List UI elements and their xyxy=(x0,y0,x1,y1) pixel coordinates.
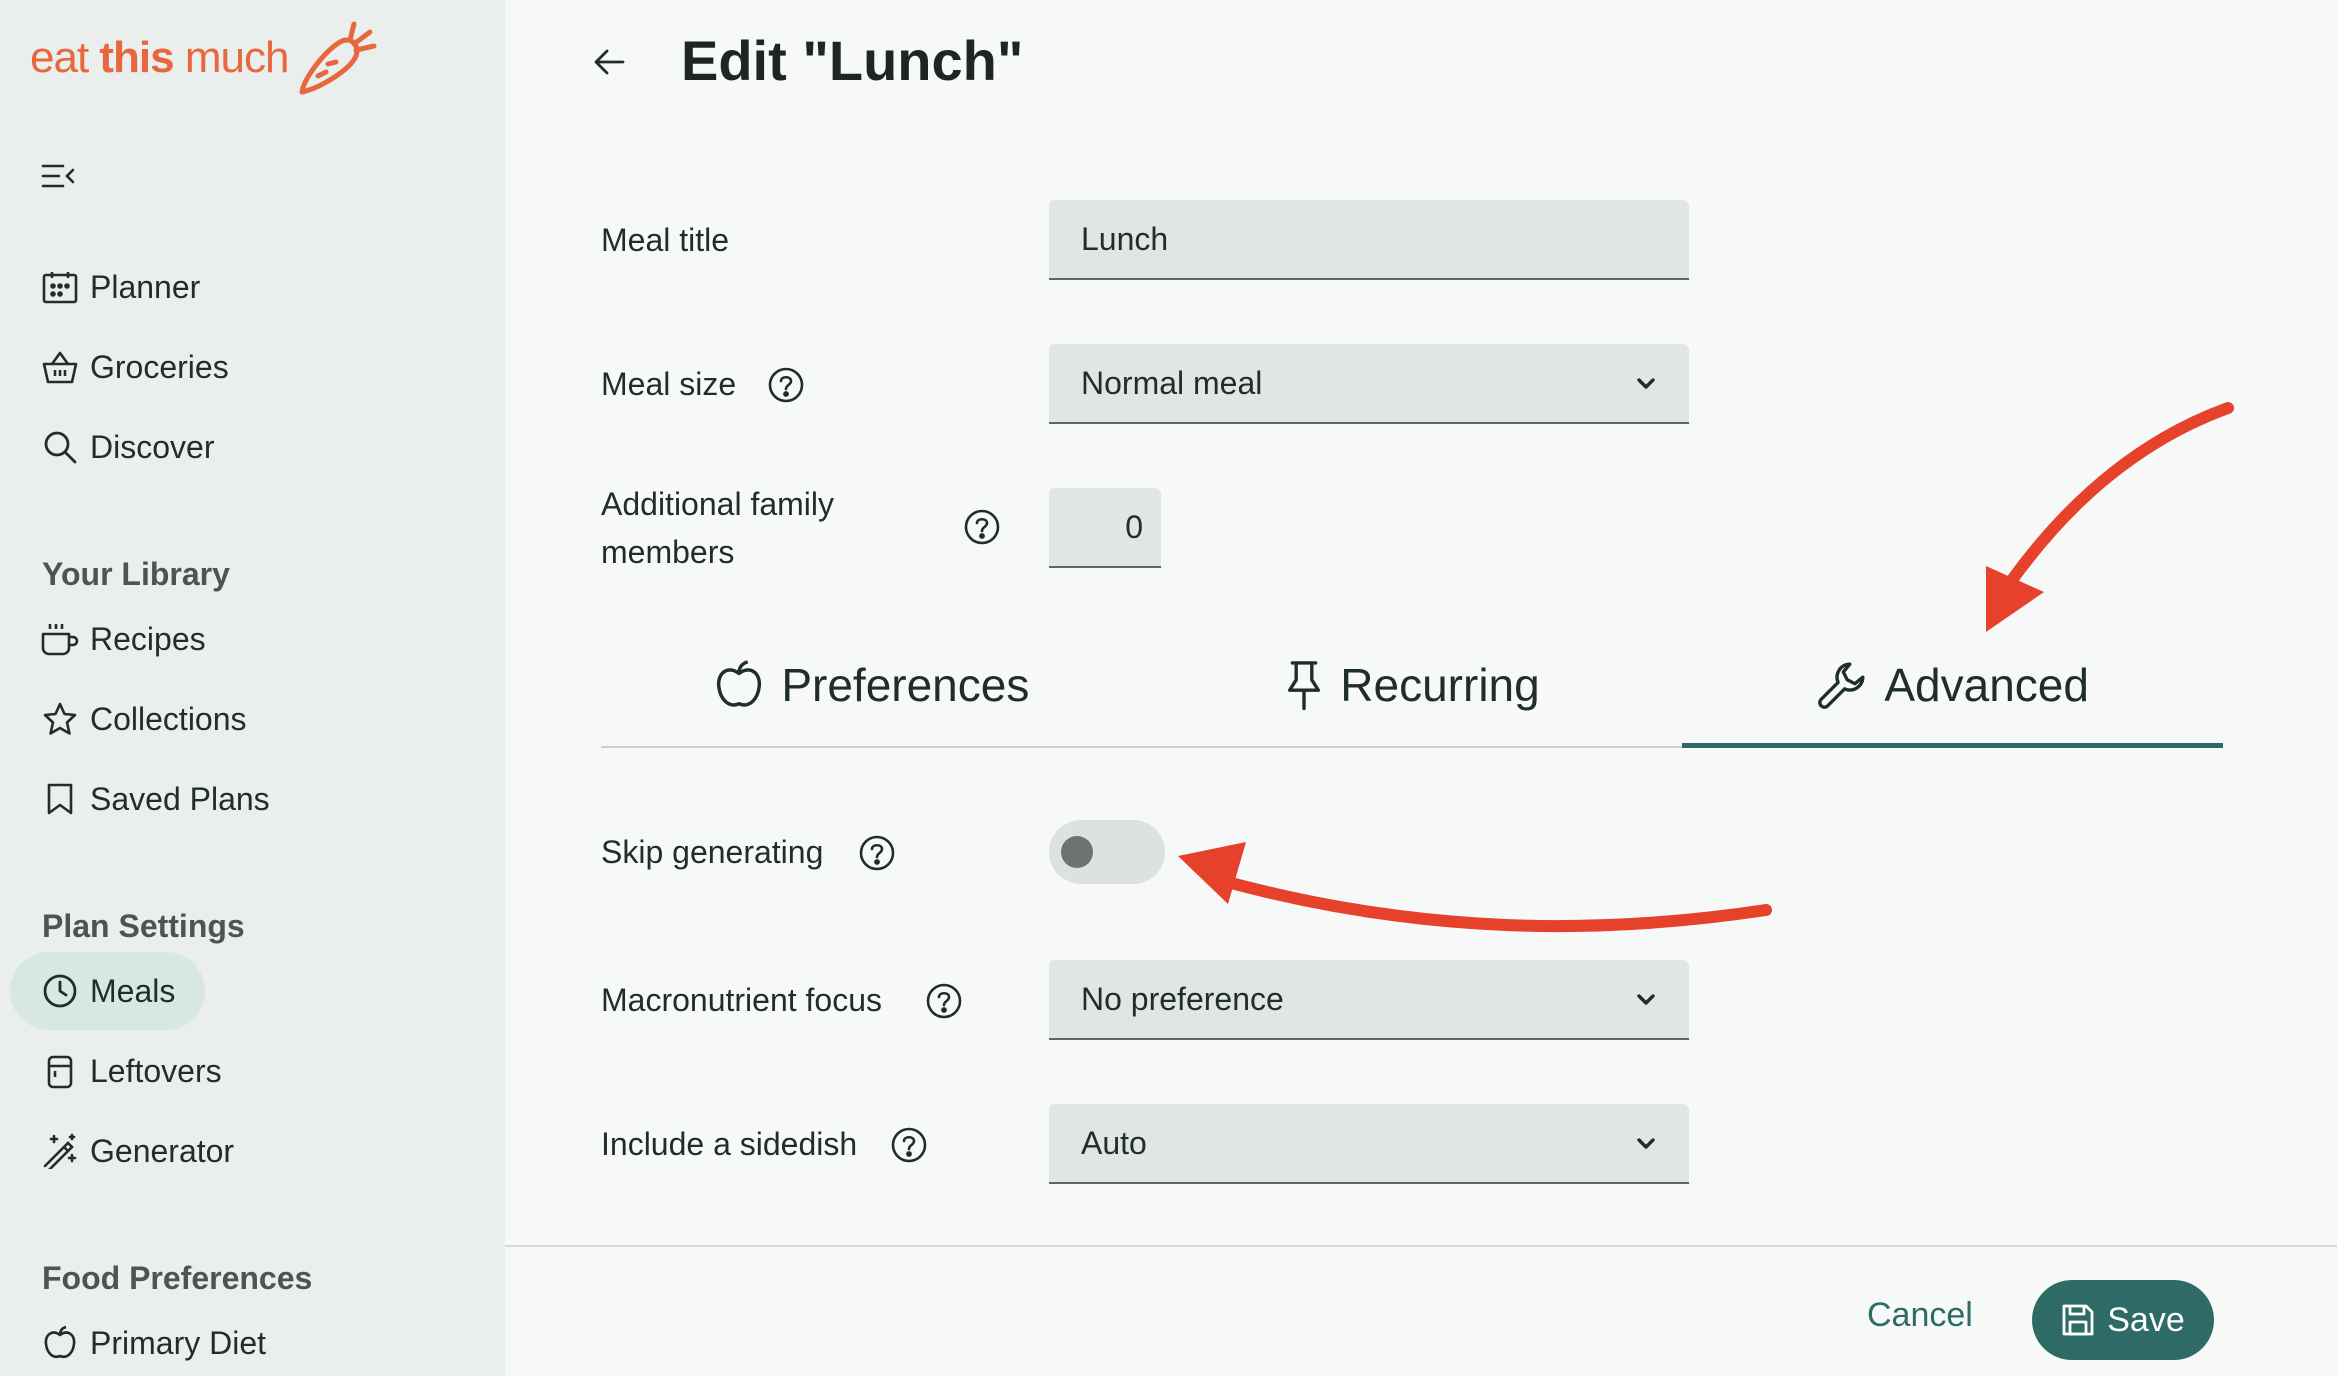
meal-title-label: Meal title xyxy=(601,222,730,258)
tab-preferences[interactable]: Preferences xyxy=(601,624,1142,746)
section-title-library: Your Library xyxy=(42,556,230,592)
sidebar-item-label: Generator xyxy=(90,1132,235,1169)
sidebar-item-recipes[interactable]: Recipes xyxy=(10,600,236,678)
sidebar: eat this much Planner Groceries Discover xyxy=(0,0,505,1376)
section-title-plan-settings: Plan Settings xyxy=(42,908,245,944)
wrench-icon xyxy=(1816,659,1868,711)
meal-size-help-icon[interactable] xyxy=(767,366,805,404)
sidebar-item-label: Collections xyxy=(90,700,247,737)
save-label: Save xyxy=(2107,1300,2185,1339)
clock-icon xyxy=(40,971,80,1011)
sidebar-item-label: Planner xyxy=(90,268,201,305)
include-sidedish-help-icon[interactable] xyxy=(890,1126,928,1164)
family-members-input[interactable]: 0 xyxy=(1049,488,1161,568)
sidebar-item-saved-plans[interactable]: Saved Plans xyxy=(10,760,300,838)
calendar-icon xyxy=(40,267,80,307)
search-icon xyxy=(40,427,80,467)
tab-label: Preferences xyxy=(781,659,1030,711)
sidebar-item-label: Meals xyxy=(90,972,176,1009)
tab-advanced[interactable]: Advanced xyxy=(1682,624,2223,748)
floppy-disk-icon xyxy=(2061,1303,2095,1337)
footer-divider xyxy=(505,1245,2337,1247)
bookmark-icon xyxy=(40,779,80,819)
brand-logo[interactable]: eat this much xyxy=(30,16,378,100)
sidebar-item-label: Discover xyxy=(90,428,215,465)
main-content: Edit "Lunch" Meal title Lunch Meal size … xyxy=(505,0,2337,1376)
menu-collapse-icon xyxy=(41,164,75,188)
macronutrient-focus-select[interactable]: No preference xyxy=(1049,960,1689,1040)
macronutrient-focus-value: No preference xyxy=(1081,980,1284,1017)
family-members-value: 0 xyxy=(1125,508,1143,545)
container-icon xyxy=(40,1051,80,1091)
sidebar-item-meals[interactable]: Meals xyxy=(10,952,206,1030)
macronutrient-focus-label: Macronutrient focus xyxy=(601,982,883,1018)
skip-generating-toggle[interactable] xyxy=(1049,820,1165,884)
sidebar-item-label: Leftovers xyxy=(90,1052,222,1089)
family-members-label: Additional family members xyxy=(601,486,834,570)
mug-icon xyxy=(40,619,80,659)
include-sidedish-value: Auto xyxy=(1081,1124,1147,1161)
sidebar-item-leftovers[interactable]: Leftovers xyxy=(10,1032,252,1110)
back-button[interactable] xyxy=(587,40,631,84)
chevron-down-icon xyxy=(1637,1138,1655,1149)
basket-icon xyxy=(40,347,80,387)
chevron-down-icon xyxy=(1637,994,1655,1005)
sidebar-item-discover[interactable]: Discover xyxy=(10,408,244,486)
meal-title-value: Lunch xyxy=(1081,220,1169,257)
toggle-knob xyxy=(1061,836,1093,868)
chevron-down-icon xyxy=(1637,378,1655,389)
tab-label: Advanced xyxy=(1884,659,2089,711)
include-sidedish-label: Include a sidedish xyxy=(601,1126,858,1162)
save-button[interactable]: Save xyxy=(2032,1280,2214,1360)
collapse-sidebar-button[interactable] xyxy=(40,158,76,194)
meal-size-label: Meal size xyxy=(601,366,737,402)
tab-bar: Preferences Recurring Advanced xyxy=(601,624,2223,748)
sidebar-item-groceries[interactable]: Groceries xyxy=(10,328,259,406)
sidebar-item-generator[interactable]: Generator xyxy=(10,1112,264,1190)
skip-generating-label: Skip generating xyxy=(601,834,824,870)
apple-icon xyxy=(713,659,765,711)
cancel-button[interactable]: Cancel xyxy=(1867,1296,1973,1335)
family-members-help-icon[interactable] xyxy=(963,508,1001,546)
skip-generating-help-icon[interactable] xyxy=(858,834,896,872)
carrot-icon xyxy=(294,16,378,100)
meal-size-select[interactable]: Normal meal xyxy=(1049,344,1689,424)
sidebar-item-collections[interactable]: Collections xyxy=(10,680,277,758)
tab-recurring[interactable]: Recurring xyxy=(1142,624,1683,746)
sidebar-item-primary-diet[interactable]: Primary Diet xyxy=(10,1304,296,1376)
tab-label: Recurring xyxy=(1340,659,1540,711)
section-title-food-preferences: Food Preferences xyxy=(42,1260,313,1296)
pin-icon xyxy=(1284,659,1324,711)
sidebar-item-label: Recipes xyxy=(90,620,206,657)
sidebar-item-planner[interactable]: Planner xyxy=(10,248,230,326)
sidebar-item-label: Saved Plans xyxy=(90,780,270,817)
arrow-left-icon xyxy=(594,49,625,75)
include-sidedish-select[interactable]: Auto xyxy=(1049,1104,1689,1184)
macronutrient-focus-help-icon[interactable] xyxy=(925,982,963,1020)
sidebar-item-label: Groceries xyxy=(90,348,229,385)
meal-size-value: Normal meal xyxy=(1081,364,1263,401)
page-title: Edit "Lunch" xyxy=(681,29,1024,92)
sidebar-item-label: Primary Diet xyxy=(90,1324,267,1361)
star-icon xyxy=(40,699,80,739)
apple-icon xyxy=(40,1323,80,1363)
logo-text: eat this much xyxy=(30,33,289,82)
meal-title-input[interactable]: Lunch xyxy=(1049,200,1689,280)
magic-wand-icon xyxy=(40,1131,80,1171)
